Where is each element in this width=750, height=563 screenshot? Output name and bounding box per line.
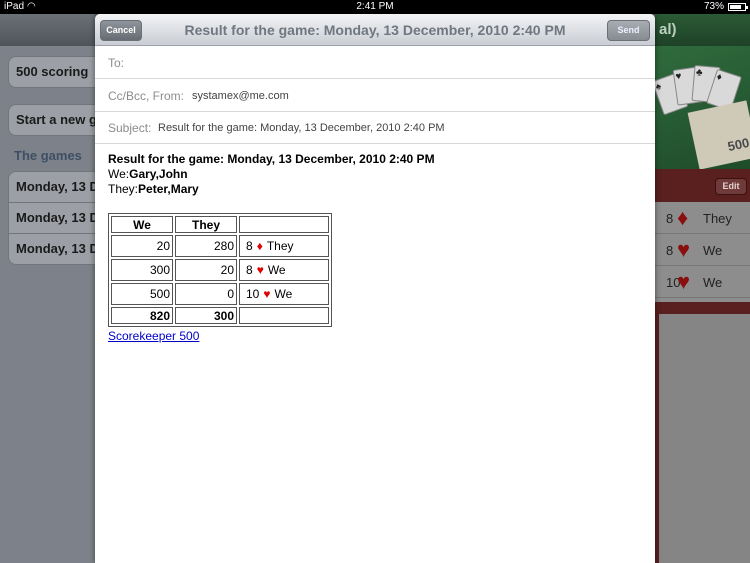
bid-cell: 10 ♥ We: [239, 283, 329, 305]
diamond-icon: ♦: [256, 239, 263, 253]
bid-number: 8: [246, 263, 253, 277]
table-row: 300 20 8 ♥ We: [111, 259, 329, 281]
bid-number: 8: [246, 239, 253, 253]
bid-number: 8: [666, 211, 674, 226]
cancel-button[interactable]: Cancel: [100, 20, 142, 41]
from-address: systamex@me.com: [192, 90, 289, 102]
bid-row[interactable]: 10 ♥ We: [655, 266, 750, 298]
detail-navbar: al): [655, 14, 750, 46]
heart-icon: ♥: [263, 287, 271, 301]
we-line: We:Gary,John: [108, 167, 648, 182]
bid-row[interactable]: 8 ♦ They: [655, 202, 750, 234]
totals-row: 820 300: [111, 307, 329, 324]
status-bar: iPad ◠ 2:41 PM 73%: [0, 0, 750, 14]
they-score: 0: [175, 283, 237, 305]
total-empty: [239, 307, 329, 324]
bid-team: They: [266, 239, 294, 253]
bid-list: 8 ♦ They 8 ♥ We 10 ♥ We: [655, 202, 750, 302]
compose-navbar: Cancel Result for the game: Monday, 13 D…: [95, 14, 655, 46]
we-prefix: We:: [108, 167, 130, 181]
game-list-item[interactable]: Monday, 13 D: [8, 202, 98, 234]
cell-500-scoring[interactable]: 500 scoring: [8, 56, 98, 88]
game-list-item[interactable]: Monday, 13 D: [8, 171, 98, 203]
battery-icon: [728, 3, 748, 11]
we-score: 500: [111, 283, 173, 305]
bid-cell: 8 ♦ They: [239, 235, 329, 257]
background-master-pane: 500 scoring Start a new g The games Mond…: [0, 14, 98, 563]
to-label: To:: [108, 56, 125, 70]
they-players: Peter,Mary: [138, 182, 199, 196]
total-we: 820: [111, 307, 173, 324]
header-bid: [239, 216, 329, 233]
battery-percent: 73%: [703, 1, 724, 12]
diamond-icon: ♦: [677, 205, 689, 230]
message-body[interactable]: Result for the game: Monday, 13 December…: [108, 152, 648, 343]
score-pad-label: 500: [687, 100, 750, 169]
we-score: 20: [111, 235, 173, 257]
we-score: 300: [111, 259, 173, 281]
they-score: 20: [175, 259, 237, 281]
heart-icon: ♥: [677, 237, 691, 262]
bid-team: We: [703, 275, 723, 290]
send-button[interactable]: Send: [607, 20, 650, 41]
heart-icon: ♥: [256, 263, 264, 277]
playing-cards-image: ♠ ♥ ♣ ♦ 500: [655, 46, 750, 169]
heart-icon: ♥: [677, 269, 691, 294]
header-we: We: [111, 216, 173, 233]
bid-cell: 8 ♥ We: [239, 259, 329, 281]
bid-team: We: [274, 287, 293, 301]
cc-from-field[interactable]: Cc/Bcc, From: systamex@me.com: [95, 80, 655, 112]
master-navbar: [0, 14, 95, 46]
table-row: 20 280 8 ♦ They: [111, 235, 329, 257]
they-score: 280: [175, 235, 237, 257]
subject-value: Result for the game: Monday, 13 December…: [158, 122, 445, 134]
status-time: 2:41 PM: [356, 1, 394, 12]
detail-lower-area: [659, 314, 750, 563]
they-line: They:Peter,Mary: [108, 182, 648, 197]
subject-label: Subject:: [108, 121, 152, 135]
edit-button[interactable]: Edit: [715, 178, 747, 195]
table-row: 500 0 10 ♥ We: [111, 283, 329, 305]
total-they: 300: [175, 307, 237, 324]
mail-compose-sheet: Cancel Result for the game: Monday, 13 D…: [95, 14, 655, 563]
score-table: We They 20 280 8 ♦ They 300 20 8 ♥ We 500 0 …: [108, 213, 332, 327]
they-prefix: They:: [108, 182, 139, 196]
bid-number: 8: [666, 243, 674, 258]
body-heading: Result for the game: Monday, 13 December…: [108, 152, 435, 166]
header-they: They: [175, 216, 237, 233]
bid-team: They: [703, 211, 732, 226]
we-players: Gary,John: [129, 167, 188, 181]
scorekeeper-link[interactable]: Scorekeeper 500: [108, 329, 199, 343]
detail-title-fragment: al): [659, 21, 677, 38]
bid-number: 10: [246, 287, 260, 301]
subject-field[interactable]: Subject: Result for the game: Monday, 13…: [95, 112, 655, 144]
background-detail-pane: al) ♠ ♥ ♣ ♦ 500 Edit 8 ♦ They 8 ♥ We 10 …: [655, 14, 750, 563]
to-field[interactable]: To:: [95, 47, 655, 79]
cell-start-new-game[interactable]: Start a new g: [8, 104, 98, 136]
bid-team: We: [703, 243, 723, 258]
cc-from-label: Cc/Bcc, From:: [108, 89, 185, 103]
game-list-item[interactable]: Monday, 13 D: [8, 233, 98, 265]
section-header-games: The games: [14, 148, 82, 163]
compose-title: Result for the game: Monday, 13 December…: [184, 22, 566, 38]
bid-row[interactable]: 8 ♥ We: [655, 234, 750, 266]
bid-team: We: [267, 263, 286, 277]
